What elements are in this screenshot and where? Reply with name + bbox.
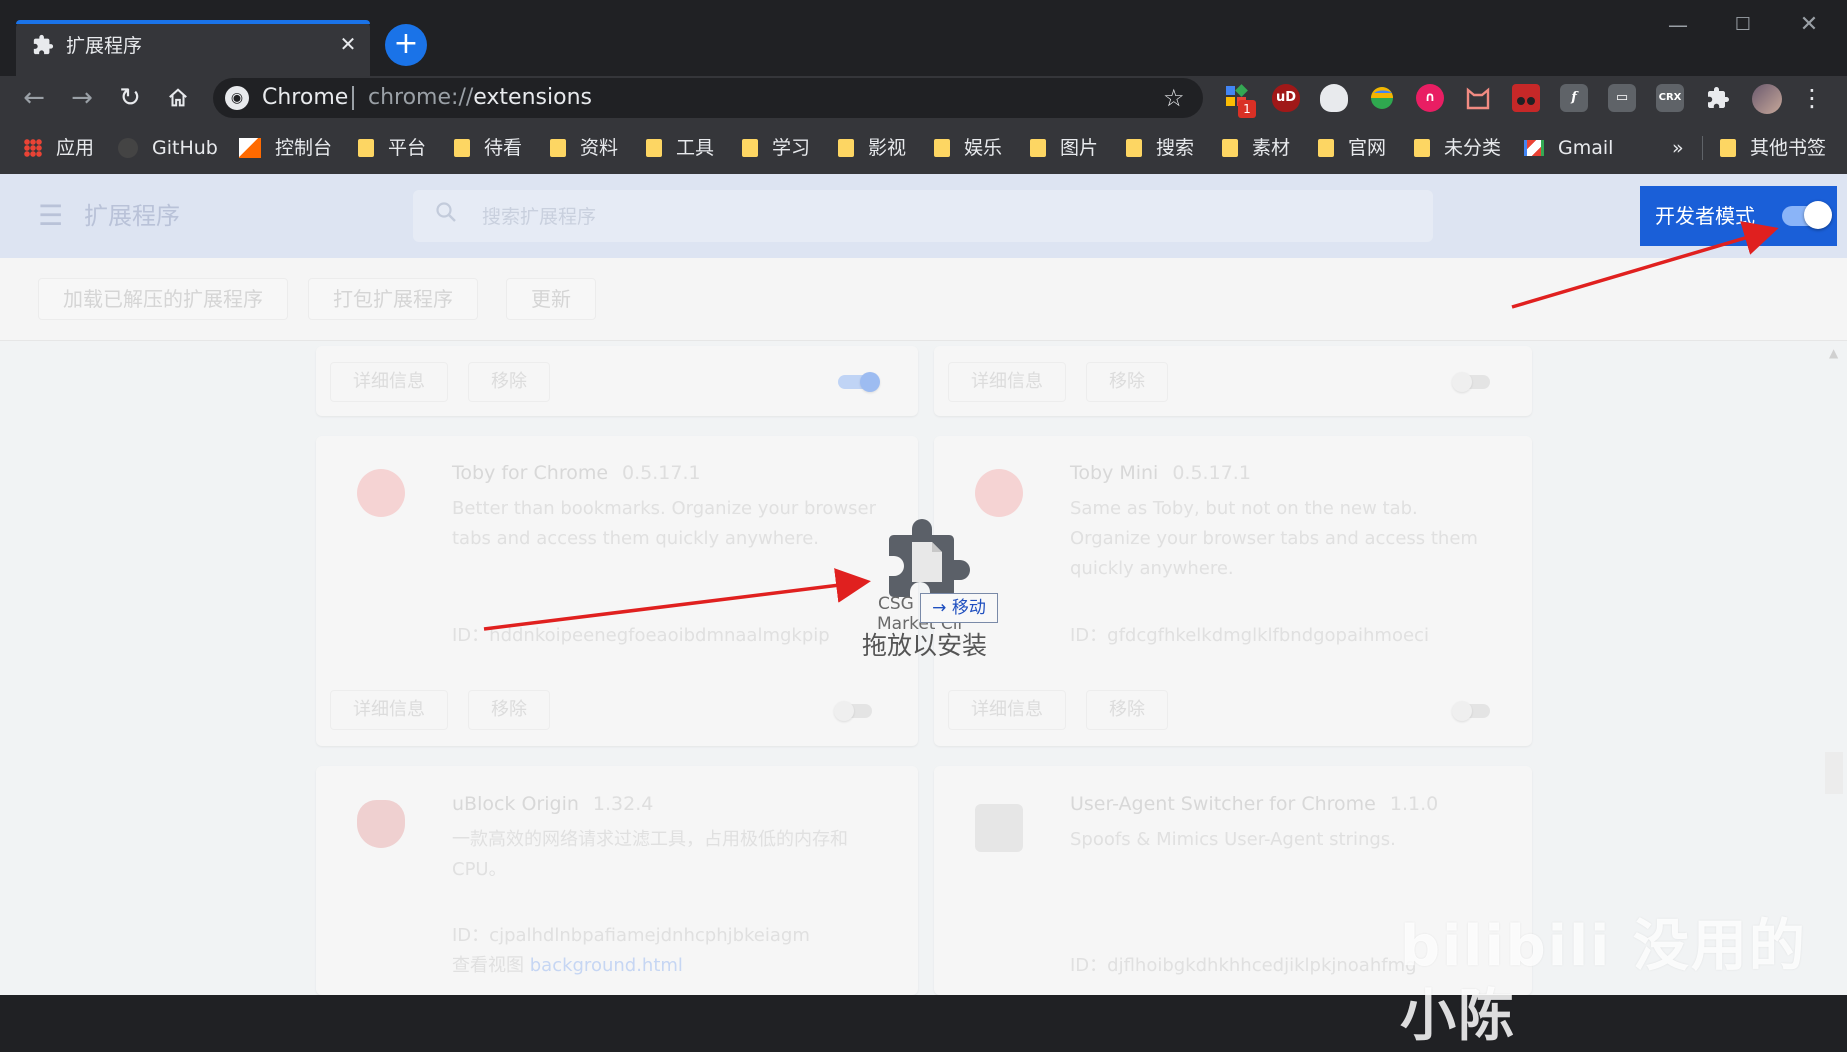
watermark: bilibili 没用的小陈 — [1400, 914, 1807, 1049]
annotation-arrows — [483, 221, 1779, 631]
arrow-to-dev-mode — [1511, 221, 1779, 309]
arrow-to-drag-file — [483, 568, 871, 631]
